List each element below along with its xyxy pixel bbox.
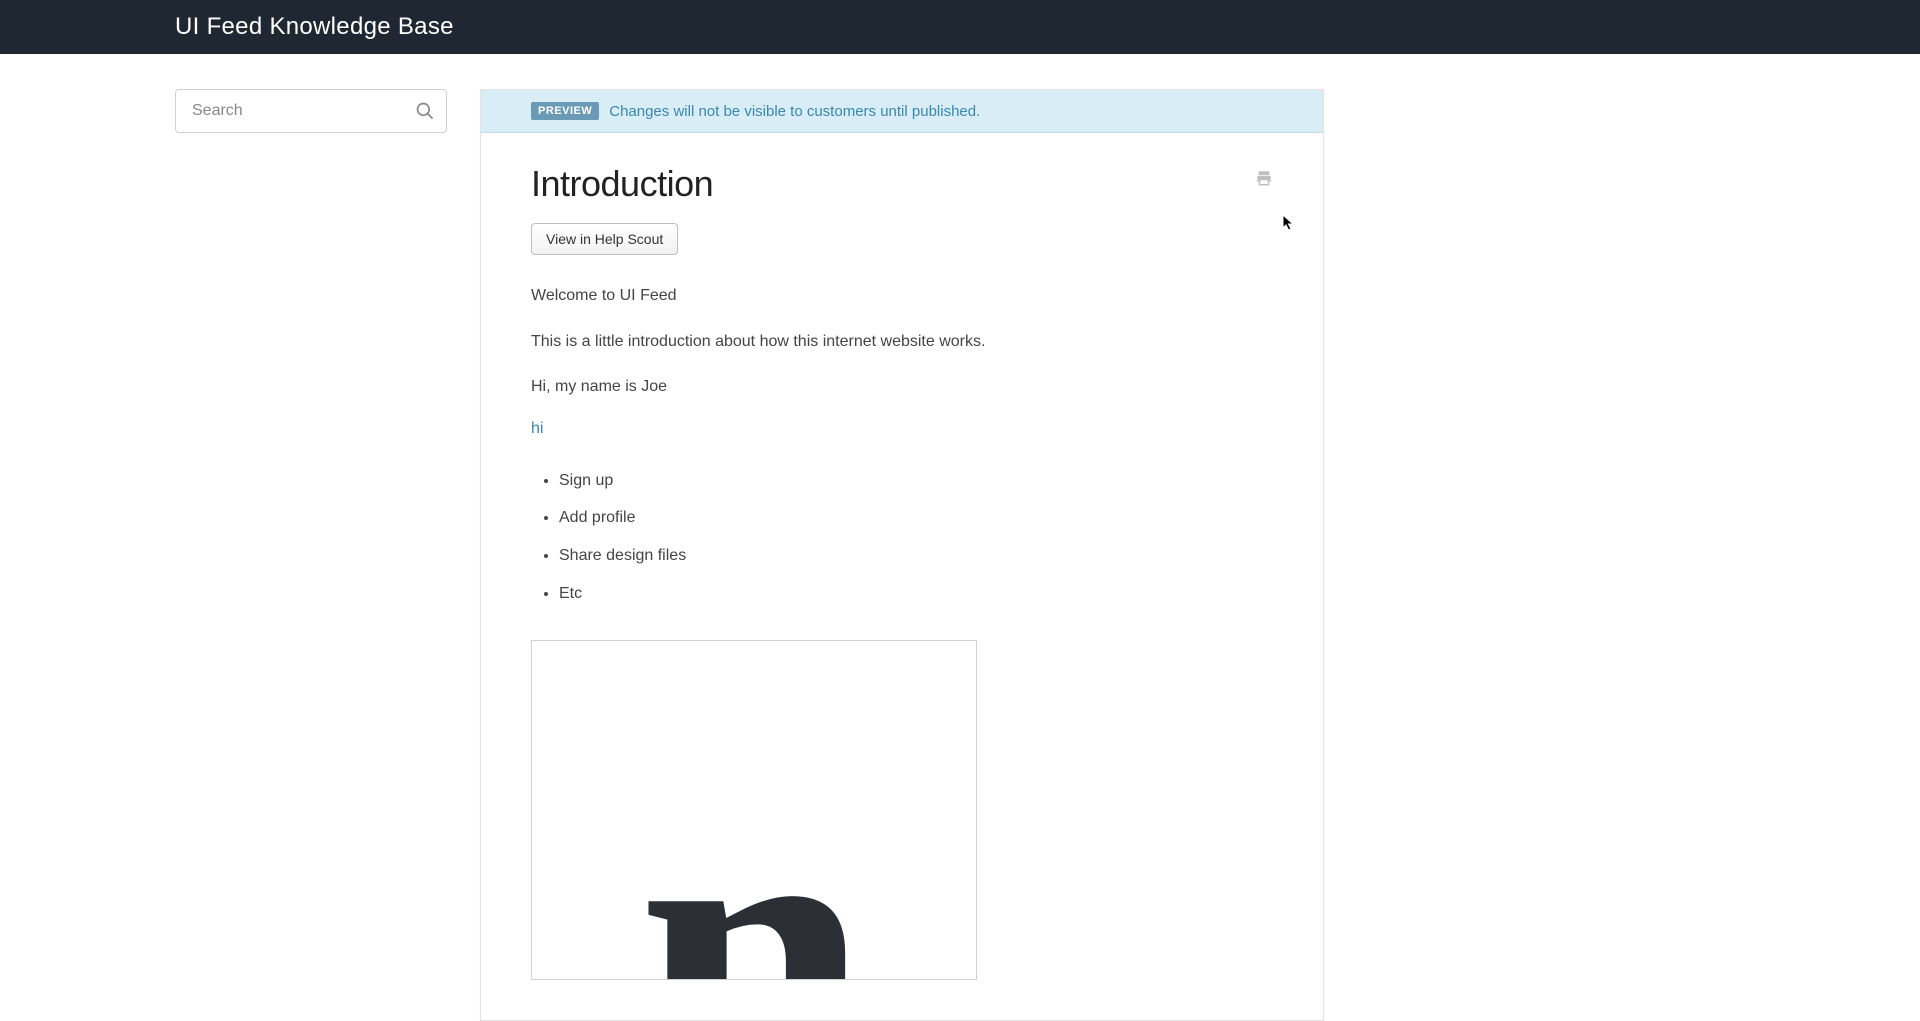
article-list: Sign up Add profile Share design files E… xyxy=(531,462,1273,612)
logo-glyph: n xyxy=(637,827,871,980)
list-item: Add profile xyxy=(559,499,1273,537)
site-title: UI Feed Knowledge Base xyxy=(175,13,454,41)
view-helpscout-button[interactable]: View in Help Scout xyxy=(531,223,678,255)
article-image: n xyxy=(531,640,977,980)
list-item: Sign up xyxy=(559,462,1273,500)
main-container: PREVIEW Changes will not be visible to c… xyxy=(0,54,1920,1021)
sidebar xyxy=(0,89,480,1021)
article-paragraph: Welcome to UI Feed xyxy=(531,283,1273,309)
preview-badge: PREVIEW xyxy=(531,102,599,120)
article-paragraph: This is a little introduction about how … xyxy=(531,329,1273,355)
preview-message: Changes will not be visible to customers… xyxy=(609,103,980,120)
article-body: Introduction View in Help Scout Welcome … xyxy=(481,133,1323,1020)
print-icon[interactable] xyxy=(1255,169,1273,187)
search-input[interactable] xyxy=(175,89,447,133)
article-paragraph: Hi, my name is Joe xyxy=(531,374,1273,400)
article-title: Introduction xyxy=(531,163,1273,205)
page-header: UI Feed Knowledge Base xyxy=(0,0,1920,54)
article-link[interactable]: hi xyxy=(531,420,543,438)
list-item: Etc xyxy=(559,575,1273,613)
article-card: PREVIEW Changes will not be visible to c… xyxy=(480,89,1324,1021)
search-icon[interactable] xyxy=(415,101,435,121)
preview-banner: PREVIEW Changes will not be visible to c… xyxy=(481,90,1323,133)
search-wrapper xyxy=(175,89,447,133)
list-item: Share design files xyxy=(559,537,1273,575)
